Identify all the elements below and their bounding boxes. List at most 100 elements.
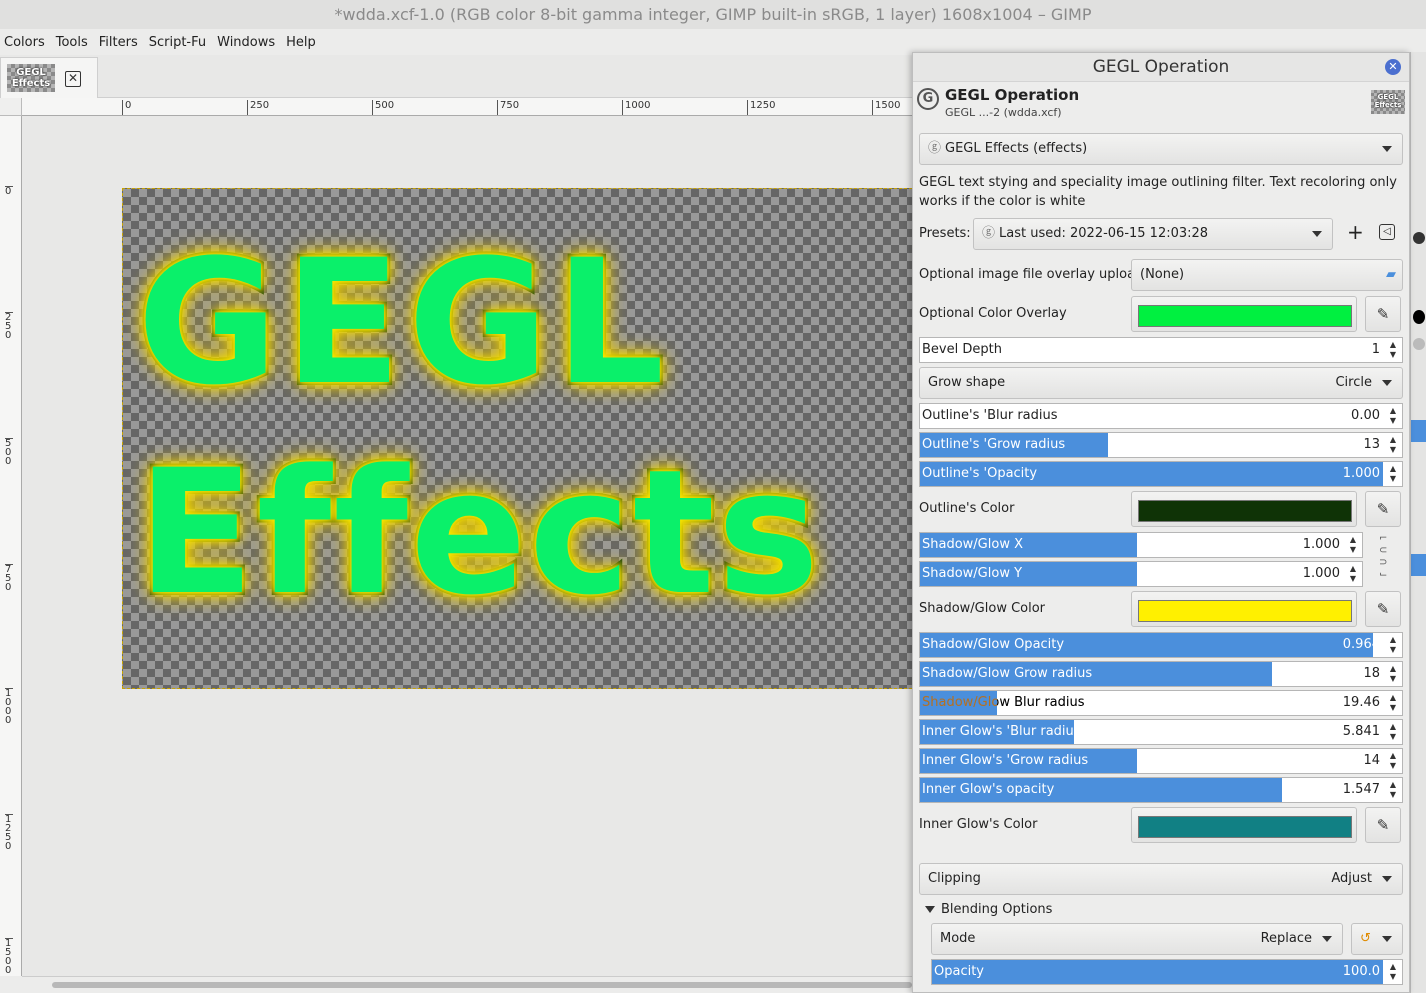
add-preset-icon[interactable]: + [1347, 220, 1364, 244]
spin-arrows-icon[interactable]: ▲ ▼ [1388, 780, 1398, 800]
chevron-down-icon [1322, 936, 1332, 942]
bevel-depth-value: 1 [1371, 342, 1380, 357]
ruler-tick: 1000 [622, 100, 650, 115]
brush-preview [1413, 310, 1425, 324]
chevron-down-icon [1382, 380, 1392, 386]
close-icon[interactable]: ✕ [65, 71, 81, 87]
shadow-color-button[interactable] [1131, 591, 1357, 627]
shadow-grow-value: 18 [1363, 666, 1380, 681]
shadow-blur-label: Shadow/Glow Blur radius [922, 695, 1085, 710]
image-tab[interactable]: GEGL Effects ✕ [0, 57, 98, 98]
ruler-corner-button[interactable] [0, 98, 22, 116]
expander-triangle-icon [925, 906, 935, 913]
outline-grow-spin[interactable]: Outline's 'Grow radius 13 ▲ ▼ [919, 432, 1403, 458]
menu-tools[interactable]: Tools [52, 35, 95, 50]
shadow-opacity-value: 0.964 [1342, 637, 1380, 652]
ruler-tick: 1500 [5, 938, 13, 976]
gegl-icon: G [917, 88, 939, 110]
spin-arrows-icon[interactable]: ▲ ▼ [1388, 464, 1398, 484]
spin-arrows-icon[interactable]: ▲ ▼ [1348, 535, 1358, 555]
color-overlay-button[interactable] [1131, 296, 1357, 332]
close-icon[interactable]: ✕ [1385, 59, 1401, 75]
preset-menu-icon[interactable]: ◁ [1379, 224, 1395, 240]
shadow-blur-spin[interactable]: Shadow/Glow Blur radius 19.46 ▲ ▼ [919, 690, 1403, 716]
mode-select[interactable]: Mode Replace [931, 923, 1343, 955]
navigate-corner-button[interactable] [0, 976, 22, 993]
menu-help[interactable]: Help [282, 35, 323, 50]
ruler-tick: 500 [5, 438, 13, 467]
color-picker-icon[interactable]: ✎ [1365, 591, 1401, 627]
color-picker-icon[interactable]: ✎ [1365, 491, 1401, 527]
menu-colors[interactable]: Colors [0, 35, 52, 50]
opacity-value: 100.0 [1342, 964, 1380, 979]
menu-script-fu[interactable]: Script-Fu [145, 35, 213, 50]
bevel-depth-label: Bevel Depth [922, 342, 1002, 357]
spin-arrows-icon[interactable]: ▲ ▼ [1388, 751, 1398, 771]
spin-arrows-icon[interactable]: ▲ ▼ [1388, 635, 1398, 655]
inner-blur-spin[interactable]: Inner Glow's 'Blur radius 5.841 ▲ ▼ [919, 719, 1403, 745]
grow-shape-select[interactable]: Grow shape Circle [919, 367, 1403, 399]
ruler-tick: 250 [5, 312, 13, 341]
spin-arrows-icon[interactable]: ▲ ▼ [1388, 693, 1398, 713]
shadow-x-label: Shadow/Glow X [922, 537, 1023, 552]
grow-shape-label: Grow shape [928, 375, 1006, 390]
composite-mode-icon: ↺ [1360, 931, 1371, 946]
brush-preview [1413, 232, 1425, 244]
scrollbar-thumb[interactable] [52, 982, 912, 988]
gegl-operation-dialog: GEGL Operation ✕ G GEGL Operation GEGL .… [912, 52, 1410, 993]
ruler-tick: 750 [497, 100, 519, 115]
chain-link-icon[interactable]: ⌐ ⊂ ⊃ ⌙ [1379, 533, 1389, 583]
image-tabs: GEGL Effects ✕ [0, 55, 912, 98]
canvas-text-line2: Effects [134, 432, 822, 633]
inner-grow-spin[interactable]: Inner Glow's 'Grow radius 14 ▲ ▼ [919, 748, 1403, 774]
presets-label: Presets: [919, 226, 971, 241]
outline-opacity-spin[interactable]: Outline's 'Opacity 1.000 ▲ ▼ [919, 461, 1403, 487]
spin-arrows-icon[interactable]: ▲ ▼ [1388, 340, 1398, 360]
shadow-opacity-label: Shadow/Glow Opacity [922, 637, 1065, 652]
presets-select[interactable]: ⓖ Last used: 2022-06-15 12:03:28 [973, 218, 1333, 250]
horizontal-scrollbar[interactable] [22, 976, 912, 993]
canvas-area[interactable]: GEGL Effects [22, 116, 912, 976]
overlay-file-chooser[interactable]: (None) ▰ [1131, 259, 1403, 291]
color-picker-icon[interactable]: ✎ [1365, 807, 1401, 843]
spin-arrows-icon[interactable]: ▲ ▼ [1388, 664, 1398, 684]
inner-grow-label: Inner Glow's 'Grow radius [922, 753, 1089, 768]
shadow-y-spin[interactable]: Shadow/Glow Y 1.000 ▲ ▼ [919, 561, 1363, 587]
shadow-x-spin[interactable]: Shadow/Glow X 1.000 ▲ ▼ [919, 532, 1363, 558]
spin-arrows-icon[interactable]: ▲ ▼ [1388, 722, 1398, 742]
clipping-select[interactable]: Clipping Adjust [919, 863, 1403, 895]
outline-blur-spin[interactable]: Outline's 'Blur radius 0.00 ▲ ▼ [919, 403, 1403, 429]
chevron-down-icon [1382, 146, 1392, 152]
spin-arrows-icon[interactable]: ▲ ▼ [1388, 962, 1398, 982]
operation-value: GEGL Effects (effects) [945, 141, 1088, 156]
outline-color-button[interactable] [1131, 491, 1357, 527]
inner-opacity-spin[interactable]: Inner Glow's opacity 1.547 ▲ ▼ [919, 777, 1403, 803]
shadow-grow-spin[interactable]: Shadow/Glow Grow radius 18 ▲ ▼ [919, 661, 1403, 687]
bevel-depth-spin[interactable]: Bevel Depth 1 ▲ ▼ [919, 337, 1403, 363]
color-picker-icon[interactable]: ✎ [1365, 296, 1401, 332]
inner-blur-label: Inner Glow's 'Blur radius [922, 724, 1081, 739]
outline-blur-value: 0.00 [1351, 408, 1380, 423]
inner-color-label: Inner Glow's Color [919, 817, 1038, 832]
shadow-opacity-spin[interactable]: Shadow/Glow Opacity 0.964 ▲ ▼ [919, 632, 1403, 658]
shadow-x-value: 1.000 [1302, 537, 1340, 552]
vertical-ruler: 0 250 500 750 1000 1250 1500 [0, 116, 22, 976]
inner-blur-value: 5.841 [1342, 724, 1380, 739]
ruler-tick: 1250 [5, 814, 13, 852]
opacity-spin[interactable]: Opacity 100.0 ▲ ▼ [931, 959, 1403, 985]
chevron-down-icon [1312, 231, 1322, 237]
menu-windows[interactable]: Windows [213, 35, 282, 50]
inner-color-swatch [1138, 816, 1352, 838]
operation-select[interactable]: ⓖ GEGL Effects (effects) [919, 133, 1403, 165]
mode-value: Replace [1260, 931, 1312, 946]
spin-arrows-icon[interactable]: ▲ ▼ [1388, 406, 1398, 426]
spin-arrows-icon[interactable]: ▲ ▼ [1348, 564, 1358, 584]
gegl-icon: ⓖ [928, 141, 942, 156]
image-canvas[interactable]: GEGL Effects [122, 188, 912, 689]
spin-arrows-icon[interactable]: ▲ ▼ [1388, 435, 1398, 455]
inner-color-button[interactable] [1131, 807, 1357, 843]
composite-mode-button[interactable]: ↺ [1351, 923, 1403, 955]
ruler-tick: 1250 [747, 100, 775, 115]
blending-options-expander[interactable]: Blending Options [925, 902, 1052, 917]
menu-filters[interactable]: Filters [95, 35, 145, 50]
